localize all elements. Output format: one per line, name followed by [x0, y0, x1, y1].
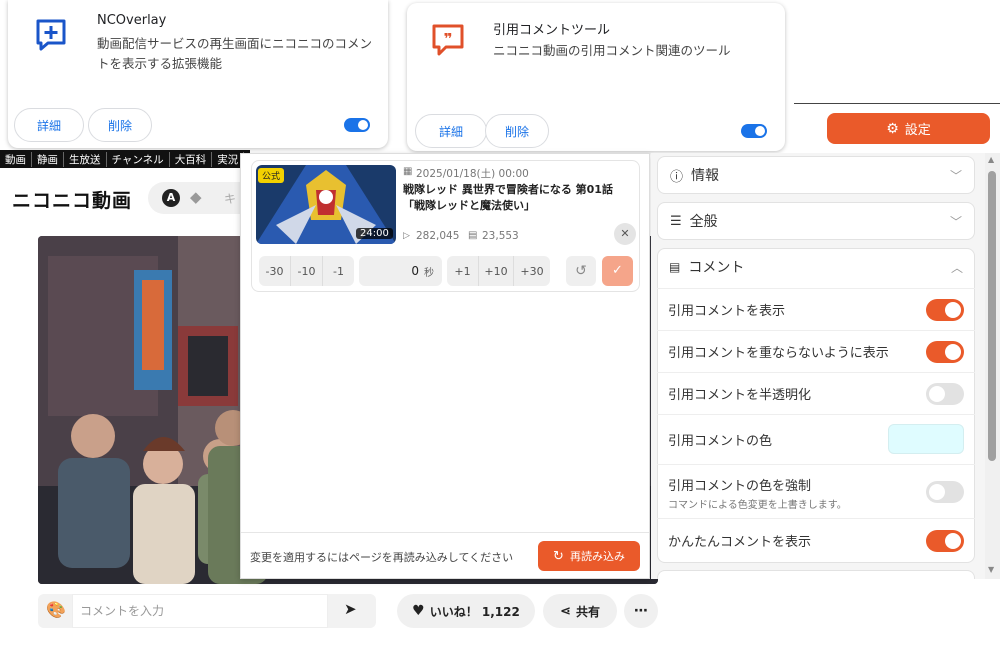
niconico-global-nav: 動画 静画 生放送 チャンネル 大百科 実況 N	[0, 150, 250, 168]
setting-row: 引用コメントの色を強制 コマンドによる色変更を上書きします。	[657, 464, 975, 518]
tag-icon: ◆	[190, 188, 202, 206]
remove-button[interactable]: 削除	[485, 114, 549, 148]
extension-enable-toggle[interactable]	[344, 118, 370, 132]
niconico-logo[interactable]: ニコニコ動画	[12, 186, 132, 213]
chevron-down-icon: ﹀	[949, 168, 962, 183]
svg-text:❞: ❞	[444, 30, 453, 48]
send-icon[interactable]: ➤	[344, 600, 357, 618]
comment-count: 23,553	[482, 230, 519, 242]
nav-item[interactable]: 静画	[32, 151, 64, 167]
comment-count-icon: ▤	[468, 230, 478, 241]
palette-icon[interactable]: 🎨	[46, 600, 66, 619]
scrollbar[interactable]: ▲ ▼	[985, 153, 1000, 579]
offset-input[interactable]: 0 秒	[359, 256, 442, 286]
extension-description: ニコニコ動画の引用コメント関連のツール	[493, 43, 731, 58]
setting-label: 引用コメントを重ならないように表示	[668, 346, 889, 361]
translucent-toggle[interactable]	[926, 383, 964, 405]
offset-value: 0	[411, 264, 419, 278]
offset-plus-30-button[interactable]: +30	[514, 256, 550, 286]
setting-row: 引用コメントを半透明化	[657, 372, 975, 414]
setting-label: 引用コメントの色	[668, 434, 773, 449]
comment-input-placeholder: コメントを入力	[80, 604, 165, 618]
easy-comment-toggle[interactable]	[926, 530, 964, 552]
next-section-edge	[657, 570, 975, 579]
ncoverlay-icon	[34, 18, 68, 56]
offset-plus-1-button[interactable]: +1	[447, 256, 479, 286]
remove-button[interactable]: 削除	[88, 108, 152, 142]
sliders-icon: ☰	[670, 213, 682, 229]
scroll-up-icon[interactable]: ▲	[988, 155, 994, 164]
quote-comment-icon: ❞	[431, 23, 465, 61]
extension-name: NCOverlay	[97, 13, 167, 28]
setting-label: 引用コメントを半透明化	[668, 388, 812, 403]
offset-minus-1-button[interactable]: -1	[323, 256, 354, 286]
reload-notice: 変更を適用するにはページを再読み込みしてください	[250, 551, 514, 564]
offset-unit: 秒	[424, 267, 434, 279]
nav-item[interactable]: 大百科	[170, 151, 213, 167]
setting-label: 引用コメントを表示	[668, 304, 786, 319]
gear-icon: ⚙	[886, 120, 899, 137]
video-title[interactable]: 戦隊レッド 異世界で冒険者になる 第01話「戦隊レッドと魔法使い」	[403, 182, 625, 214]
play-icon: ▷	[403, 231, 410, 241]
setting-row: 引用コメントを表示	[657, 288, 975, 330]
extension-card-quote-comment-tool: ❞ 引用コメントツール ニコニコ動画の引用コメント関連のツール 詳細 削除	[407, 3, 785, 151]
nav-item[interactable]: 生放送	[64, 151, 107, 167]
offset-minus-30-button[interactable]: -30	[259, 256, 291, 286]
search-placeholder: キ	[224, 192, 237, 206]
setting-label: かんたんコメントを表示	[668, 535, 812, 550]
setting-row: 引用コメントを重ならないように表示	[657, 330, 975, 372]
share-button[interactable]: ⋖ 共有	[543, 594, 617, 628]
nav-item[interactable]: チャンネル	[107, 151, 170, 167]
info-icon: ⓘ	[670, 169, 684, 185]
setting-row: かんたんコメントを表示	[657, 518, 975, 562]
offset-minus-group: -30 -10 -1	[259, 256, 354, 286]
extension-description: 動画配信サービスの再生画面にニコニコのコメントを表示する拡張機能	[97, 36, 373, 71]
close-icon[interactable]: ✕	[614, 223, 636, 245]
chevron-down-icon: ﹀	[949, 214, 962, 229]
reload-button[interactable]: ↻ 再読み込み	[538, 541, 640, 571]
video-date: 2025/01/18(土) 00:00	[416, 168, 529, 180]
search-bar[interactable]: A ◆ キ	[148, 182, 248, 214]
reset-offset-button[interactable]: ↺	[566, 256, 596, 286]
section-general[interactable]: ☰ 全般 ﹀	[657, 202, 975, 240]
no-overlap-toggle[interactable]	[926, 341, 964, 363]
detail-button[interactable]: 詳細	[14, 108, 84, 142]
section-comment[interactable]: ▤ コメント ︿	[657, 248, 975, 286]
video-duration: 24:00	[356, 228, 393, 239]
chevron-up-icon: ︿	[950, 260, 963, 275]
official-badge: 公式	[258, 168, 285, 183]
nav-item[interactable]: 動画	[0, 151, 32, 167]
extension-enable-toggle[interactable]	[741, 124, 767, 138]
section-info[interactable]: ⓘ 情報 ﹀	[657, 156, 975, 194]
share-icon: ⋖	[560, 603, 571, 619]
view-count: 282,045	[416, 230, 460, 242]
scrollbar-thumb[interactable]	[988, 171, 996, 461]
extension-card-ncoverlay: NCOverlay 動画配信サービスの再生画面にニコニコのコメントを表示する拡張…	[8, 0, 388, 148]
like-button[interactable]: ♥ いいね！ 1,122	[397, 594, 535, 628]
quote-color-picker[interactable]	[888, 424, 964, 454]
apply-offset-button[interactable]: ✓	[602, 256, 633, 286]
offset-minus-10-button[interactable]: -10	[291, 256, 323, 286]
ai-icon: A	[162, 189, 180, 207]
settings-button[interactable]: ⚙ 設定	[827, 113, 990, 144]
offset-plus-group: +1 +10 +30	[447, 256, 550, 286]
reload-icon: ↻	[553, 548, 564, 564]
setting-row: 引用コメントの色	[657, 414, 975, 464]
show-quote-comments-toggle[interactable]	[926, 299, 964, 321]
scroll-down-icon[interactable]: ▼	[988, 565, 994, 574]
calendar-icon: ▦	[403, 166, 413, 177]
video-info-card: 公式 24:00 ▦ 2025/01/18(土) 00:00 戦隊レッド 異世界…	[251, 160, 640, 292]
comment-icon: ▤	[669, 260, 681, 274]
offset-plus-10-button[interactable]: +10	[479, 256, 514, 286]
detail-button[interactable]: 詳細	[415, 114, 487, 148]
heart-icon: ♥	[412, 603, 425, 619]
quote-comment-panel: 公式 24:00 ▦ 2025/01/18(土) 00:00 戦隊レッド 異世界…	[240, 153, 650, 579]
more-button[interactable]: ⋯	[624, 594, 658, 628]
force-color-toggle[interactable]	[926, 481, 964, 503]
extension-name: 引用コメントツール	[493, 23, 611, 38]
